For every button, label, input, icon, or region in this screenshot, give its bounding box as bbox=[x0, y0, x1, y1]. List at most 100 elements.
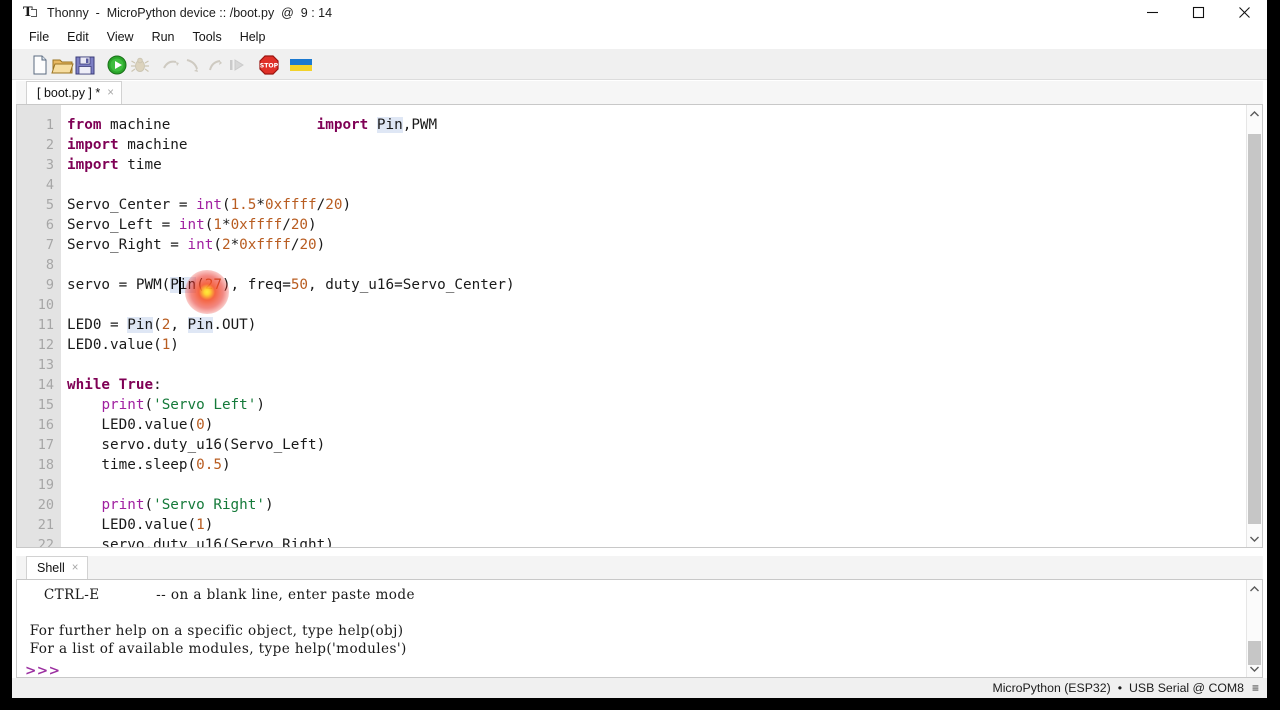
code-line[interactable]: import machine bbox=[67, 135, 188, 155]
close-icon[interactable] bbox=[1221, 0, 1267, 25]
code-token: ( bbox=[144, 497, 154, 513]
code-text-area[interactable]: from machine import Pin,PWM import machin… bbox=[61, 105, 1246, 547]
shell-prompt[interactable]: >>> bbox=[25, 662, 60, 677]
code-token: int bbox=[178, 217, 205, 233]
stop-icon[interactable]: STOP bbox=[257, 53, 281, 77]
scroll-down-arrow-icon[interactable] bbox=[1247, 530, 1262, 547]
code-token: 'Servo Left' bbox=[153, 397, 257, 413]
code-token: / bbox=[316, 197, 326, 213]
menu-item-tools[interactable]: Tools bbox=[184, 28, 231, 46]
code-line[interactable]: Servo_Right = int(2*0xffff/20) bbox=[67, 235, 325, 255]
status-menu-icon[interactable]: ≡ bbox=[1252, 681, 1259, 695]
status-interpreter[interactable]: MicroPython (ESP32) bbox=[992, 681, 1110, 695]
editor-tab-close-icon[interactable]: × bbox=[107, 87, 114, 99]
line-number: 14 bbox=[37, 377, 54, 393]
code-line[interactable]: LED0 = Pin(2, Pin.OUT) bbox=[67, 315, 256, 335]
line-number: 12 bbox=[37, 337, 54, 353]
line-number: 1 bbox=[45, 117, 54, 133]
code-line[interactable]: from machine import Pin,PWM bbox=[67, 115, 437, 135]
code-token: Pin bbox=[187, 317, 214, 333]
line-number: 18 bbox=[37, 457, 54, 473]
step-into-icon bbox=[181, 53, 205, 77]
code-line[interactable]: LED0.value(1) bbox=[67, 335, 179, 355]
shell-tab-close-icon[interactable]: × bbox=[72, 562, 79, 574]
code-editor[interactable]: 1 2 3 4 5 6 7 8 9 10 11 12 13 14 15 16 17 18 19 20 21 22 from… bbox=[16, 104, 1263, 548]
code-line[interactable]: Servo_Left = int(1*0xffff/20) bbox=[67, 215, 317, 235]
code-token: servo = PWM( bbox=[67, 277, 171, 293]
code-line[interactable]: servo = PWM(Pin(27), freq=50, duty_u16=S… bbox=[67, 275, 515, 295]
menu-item-file[interactable]: File bbox=[20, 28, 58, 46]
code-token: import bbox=[67, 137, 119, 153]
code-token: import bbox=[316, 117, 369, 133]
code-token: ) bbox=[170, 337, 179, 353]
menu-item-edit[interactable]: Edit bbox=[58, 28, 98, 46]
line-number: 21 bbox=[37, 517, 54, 533]
code-line[interactable]: LED0.value(1) bbox=[67, 515, 213, 535]
shell-scroll-down-arrow-icon[interactable] bbox=[1247, 660, 1262, 677]
code-token: int bbox=[187, 237, 214, 253]
step-over-icon bbox=[159, 53, 183, 77]
shell-panel[interactable]: CTRL-E -- on a blank line, enter paste m… bbox=[16, 579, 1263, 678]
maximize-icon[interactable] bbox=[1175, 0, 1221, 25]
line-number: 13 bbox=[37, 357, 54, 373]
line-number: 4 bbox=[45, 177, 54, 193]
code-token: 1.5 bbox=[230, 197, 257, 213]
code-token: machine bbox=[118, 137, 188, 153]
open-file-icon[interactable] bbox=[51, 53, 75, 77]
code-token: ) bbox=[204, 517, 214, 533]
code-token: Pin bbox=[170, 277, 197, 293]
shell-scroll-up-arrow-icon[interactable] bbox=[1247, 580, 1262, 597]
code-token: Servo_Center = bbox=[67, 197, 197, 213]
code-token: * bbox=[256, 197, 265, 213]
shell-output[interactable]: CTRL-E -- on a blank line, enter paste m… bbox=[17, 580, 1246, 677]
menu-item-run[interactable]: Run bbox=[143, 28, 184, 46]
status-separator: • bbox=[1117, 681, 1122, 695]
code-token: 0xffff bbox=[265, 197, 317, 213]
new-file-icon[interactable] bbox=[28, 53, 52, 77]
code-line[interactable]: LED0.value(0) bbox=[67, 415, 213, 435]
debug-bug-icon[interactable] bbox=[128, 53, 152, 77]
editor-tab-boot-py[interactable]: [ boot.py ] * × bbox=[26, 81, 122, 104]
ukraine-flag-icon[interactable] bbox=[289, 53, 313, 77]
text-caret bbox=[179, 277, 181, 294]
code-token: 50 bbox=[290, 277, 309, 293]
svg-text:STOP: STOP bbox=[260, 63, 279, 70]
code-line[interactable]: import time bbox=[67, 155, 162, 175]
menu-item-view[interactable]: View bbox=[98, 28, 143, 46]
run-icon[interactable] bbox=[105, 53, 129, 77]
resume-icon bbox=[225, 53, 249, 77]
code-line[interactable]: servo.duty_u16(Servo_Right) bbox=[67, 535, 334, 547]
line-number: 3 bbox=[45, 157, 54, 173]
code-line[interactable]: time.sleep(0.5) bbox=[67, 455, 230, 475]
code-token: 0xffff bbox=[230, 217, 283, 233]
code-line[interactable]: servo.duty_u16(Servo_Left) bbox=[67, 435, 325, 455]
code-token: ) bbox=[316, 237, 326, 253]
shell-scrollbar[interactable] bbox=[1246, 580, 1262, 677]
code-token: 1 bbox=[196, 517, 205, 533]
menu-item-help[interactable]: Help bbox=[231, 28, 275, 46]
minimize-icon[interactable] bbox=[1129, 0, 1175, 25]
line-number: 8 bbox=[45, 257, 54, 273]
code-line[interactable]: print('Servo Right') bbox=[67, 495, 273, 515]
step-out-icon bbox=[203, 53, 227, 77]
code-token: LED0 = bbox=[67, 317, 128, 333]
scroll-up-arrow-icon[interactable] bbox=[1247, 105, 1262, 122]
code-token: ), freq= bbox=[221, 277, 291, 293]
code-line[interactable]: print('Servo Left') bbox=[67, 395, 265, 415]
line-number: 22 bbox=[37, 537, 54, 548]
toolbar: STOP bbox=[12, 49, 1267, 80]
code-token: , bbox=[170, 317, 188, 333]
status-connection[interactable]: USB Serial @ COM8 bbox=[1129, 681, 1244, 695]
code-line[interactable]: Servo_Center = int(1.5*0xffff/20) bbox=[67, 195, 351, 215]
editor-scroll-thumb[interactable] bbox=[1248, 134, 1261, 524]
line-number: 7 bbox=[45, 237, 54, 253]
save-file-icon[interactable] bbox=[73, 53, 97, 77]
editor-scrollbar[interactable] bbox=[1246, 105, 1262, 547]
shell-tab[interactable]: Shell × bbox=[26, 556, 88, 579]
code-token: servo.duty_u16(Servo_Right) bbox=[67, 537, 334, 547]
code-line[interactable]: while True: bbox=[67, 375, 162, 395]
code-token: ( bbox=[196, 277, 205, 293]
